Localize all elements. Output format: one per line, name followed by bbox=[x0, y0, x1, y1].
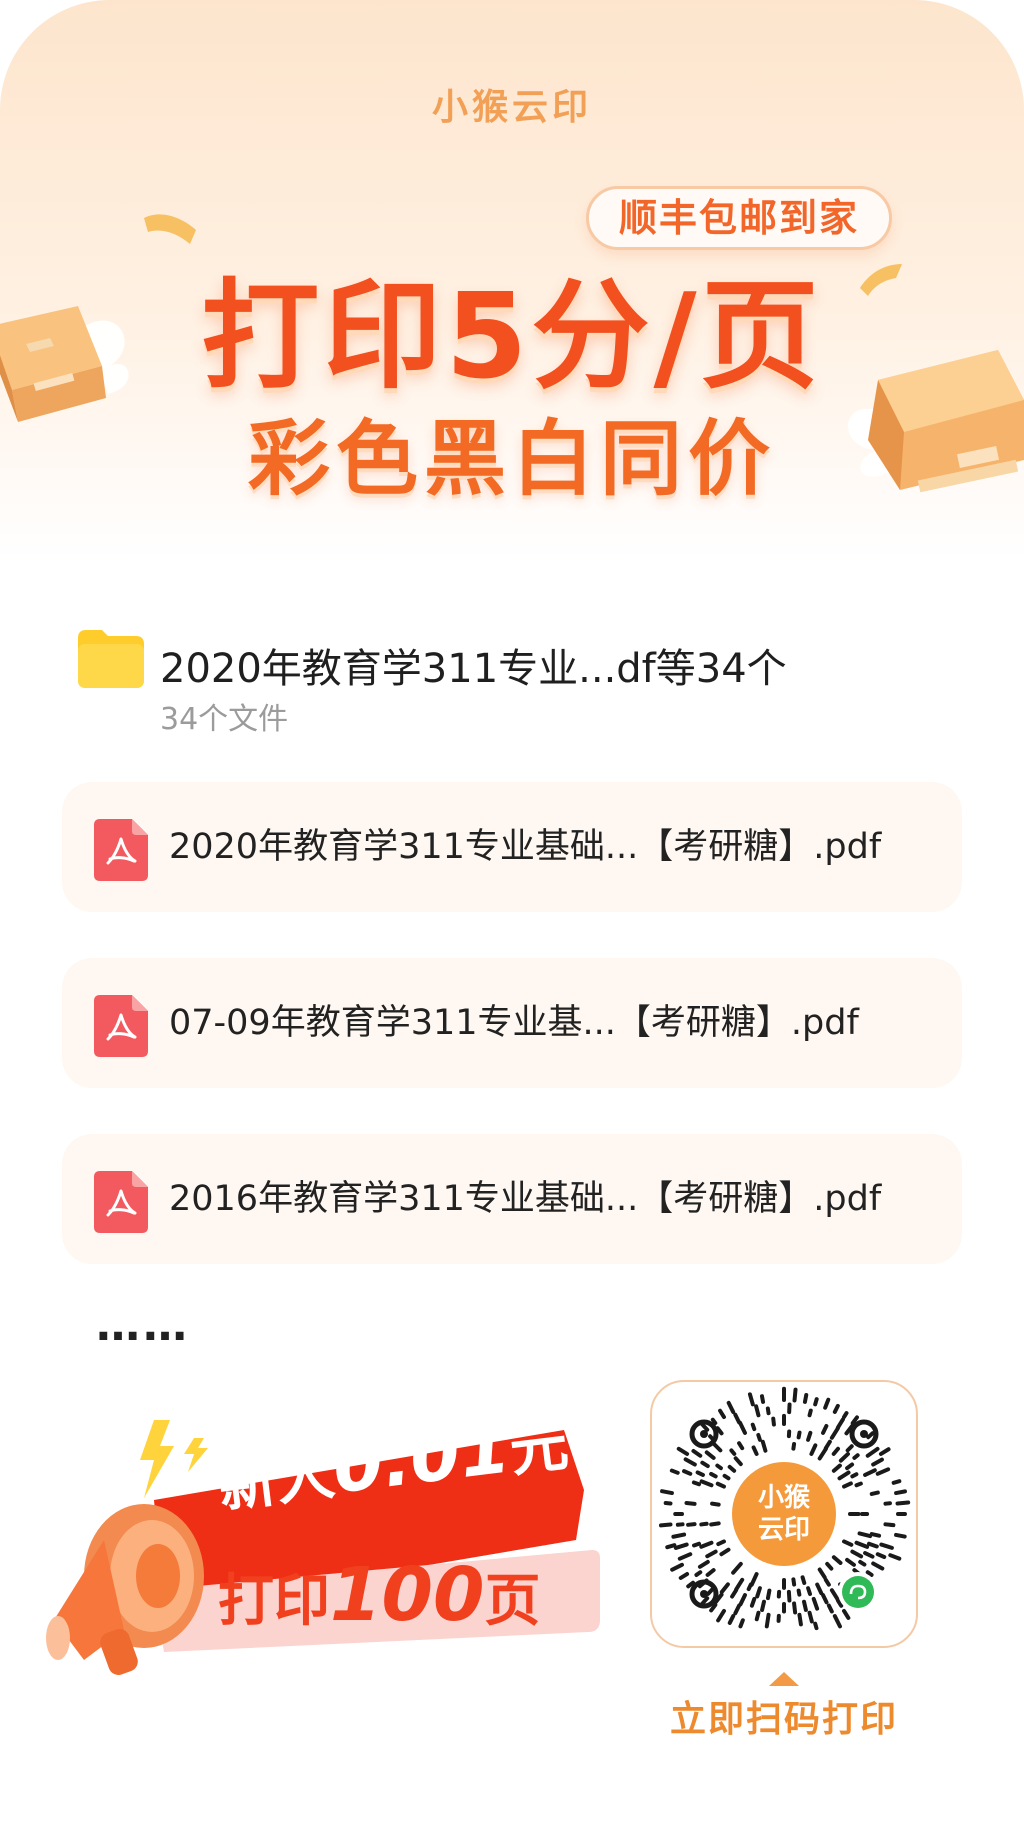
more-files-indicator: …… bbox=[96, 1300, 190, 1351]
promo-page-unit: 页 bbox=[484, 1569, 541, 1634]
miniprogram-badge-icon bbox=[842, 1576, 874, 1608]
file-name: 2020年教育学311专业基础...【考研糖】.pdf bbox=[169, 827, 882, 867]
file-list-item[interactable]: 07-09年教育学311专业基...【考研糖】.pdf bbox=[62, 958, 962, 1088]
folder-file-count: 34个文件 bbox=[160, 702, 289, 737]
file-name: 2016年教育学311专业基础...【考研糖】.pdf bbox=[169, 1179, 882, 1219]
file-list-item[interactable]: 2020年教育学311专业基础...【考研糖】.pdf bbox=[62, 782, 962, 912]
miniprogram-qr-card[interactable]: 小猴 云印 bbox=[650, 1380, 918, 1648]
poster-card: 小猴云印 顺丰包邮到家 打印5分/页 彩色黑白同价 2020年教育学311专业.… bbox=[0, 0, 1024, 1828]
brand-logo: 小猴云印 bbox=[431, 87, 592, 128]
pdf-file-icon bbox=[94, 1171, 148, 1233]
file-list-item[interactable]: 2016年教育学311专业基础...【考研糖】.pdf bbox=[62, 1134, 962, 1264]
folder-title[interactable]: 2020年教育学311专业...df等34个 bbox=[160, 636, 787, 694]
qr-center-label-bottom: 云印 bbox=[758, 1514, 810, 1544]
promo-pages-text: 打印100页 bbox=[218, 1552, 540, 1638]
promo-newuser-label: 新人 bbox=[214, 1439, 338, 1521]
scan-to-print-caption: 立即扫码打印 bbox=[669, 1699, 898, 1740]
qr-code-icon: 小猴 云印 bbox=[658, 1386, 911, 1631]
hero-headline: 打印5分/页 bbox=[201, 267, 823, 405]
caret-up-icon bbox=[769, 1672, 799, 1686]
promo-print-label: 打印 bbox=[218, 1569, 330, 1634]
promo-page-count: 100 bbox=[330, 1552, 485, 1638]
file-name: 07-09年教育学311专业基...【考研糖】.pdf bbox=[169, 1003, 859, 1043]
qr-center-label-top: 小猴 bbox=[758, 1482, 811, 1512]
promo-price-unit: 元 bbox=[505, 1410, 572, 1485]
pdf-file-icon bbox=[94, 995, 148, 1057]
hero-subheadline: 彩色黑白同价 bbox=[247, 412, 776, 507]
pdf-file-icon bbox=[94, 819, 148, 881]
folder-icon bbox=[78, 630, 144, 688]
